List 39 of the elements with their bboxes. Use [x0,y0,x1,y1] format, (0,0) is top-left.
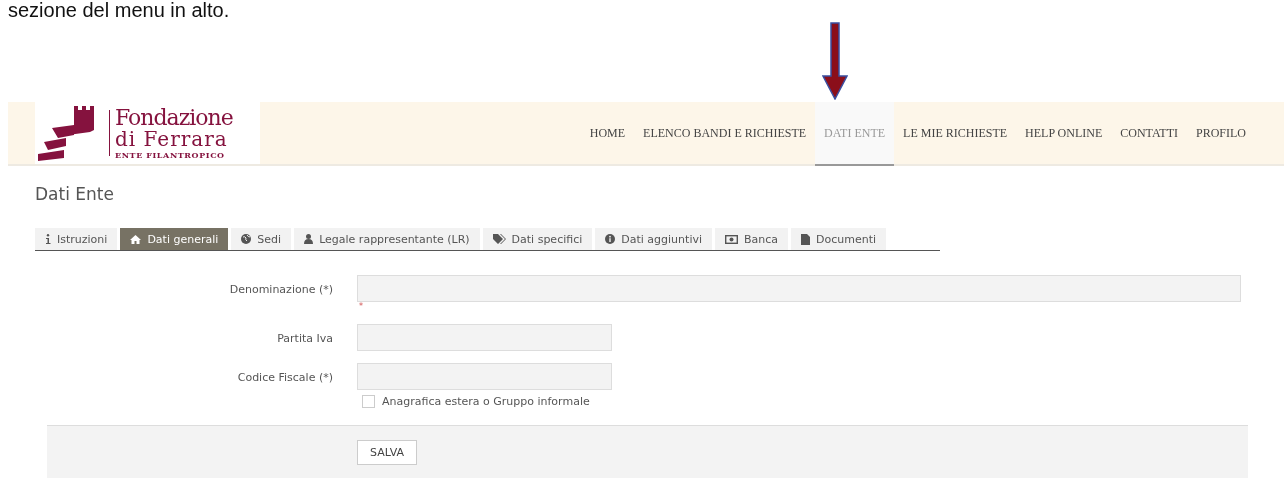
info-circle-icon [605,234,616,244]
caption-text: sezione del menu in alto. [8,0,231,22]
logo[interactable]: Fondazione di Ferrara ENTE FILANTROPICO [35,102,260,164]
globe-icon [241,234,252,244]
tab[interactable]: Sedi [231,228,292,250]
tags-icon [492,234,506,244]
tab[interactable]: Documenti [791,228,887,250]
nav-link[interactable]: ELENCO BANDI E RICHIESTE [634,102,816,166]
tab[interactable]: Banca [715,228,789,250]
nav-link[interactable]: HOME [580,102,635,166]
nav-link[interactable]: PROFILO [1187,102,1255,166]
tab[interactable]: Dati specifici [482,228,593,250]
page-title: Dati Ente [35,184,115,204]
logo-name: di Ferrara [115,129,229,149]
nav-link[interactable]: LE MIE RICHIESTE [894,102,1017,166]
input-field[interactable] [357,363,612,390]
input-field[interactable] [357,324,612,351]
field-label: Partita Iva [276,331,333,347]
nav-link[interactable]: CONTATTI [1111,102,1187,166]
down-arrow-icon [822,22,848,100]
tab[interactable]: Dati aggiuntivi [595,228,712,250]
banknote-icon [725,234,738,244]
document-icon [801,233,811,245]
input-field[interactable] [357,275,1241,302]
field-label: Denominazione (*) [228,282,333,298]
tab[interactable]: Dati generali [120,228,229,250]
nav-link[interactable]: HELP ONLINE [1016,102,1112,166]
tab[interactable]: Legale rappresentante (LR) [294,228,480,250]
tab[interactable]: Istruzioni [35,228,118,250]
home-icon [130,234,142,244]
logo-name: Fondazione [115,107,233,129]
required-mark: * [359,302,363,312]
field-label: Codice Fiscale (*) [236,370,333,386]
info-icon [45,234,51,244]
checkbox[interactable] [362,395,375,408]
logo-tagline: ENTE FILANTROPICO [115,151,226,159]
user-icon [304,234,314,244]
checkbox-label: Anagrafica estera o Gruppo informale [382,395,590,408]
save-button[interactable]: SALVA [357,439,417,465]
